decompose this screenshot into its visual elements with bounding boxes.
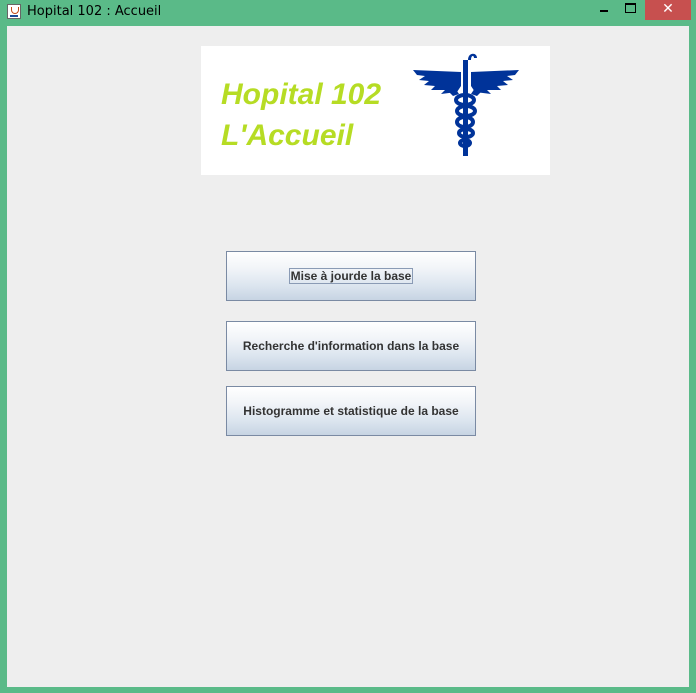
banner-subtitle: L'Accueil: [221, 119, 354, 152]
update-database-label: Mise à jourde la base: [288, 268, 414, 284]
app-window: Hopital 102 : Accueil ✕ Hopital 102 L'Ac…: [0, 0, 696, 693]
minimize-icon: [600, 10, 608, 12]
search-information-label: Recherche d'information dans la base: [242, 339, 460, 353]
caduceus-icon: [413, 53, 519, 156]
main-panel: Hopital 102 L'Accueil Mise à jourde la b…: [7, 26, 689, 687]
maximize-icon: [625, 3, 636, 13]
title-bar[interactable]: Hopital 102 : Accueil ✕: [0, 0, 696, 25]
banner-title: Hopital 102: [221, 78, 382, 111]
close-icon: ✕: [662, 1, 674, 17]
close-button[interactable]: ✕: [645, 0, 691, 20]
window-title: Hopital 102 : Accueil: [27, 4, 162, 19]
histogram-statistics-label: Histogramme et statistique de la base: [243, 404, 459, 418]
update-database-button[interactable]: Mise à jourde la base: [226, 251, 476, 301]
java-app-icon[interactable]: [7, 4, 21, 19]
hospital-banner: Hopital 102 L'Accueil: [201, 46, 550, 175]
maximize-button[interactable]: [617, 0, 643, 20]
histogram-statistics-button[interactable]: Histogramme et statistique de la base: [226, 386, 476, 436]
search-information-button[interactable]: Recherche d'information dans la base: [226, 321, 476, 371]
minimize-button[interactable]: [591, 0, 617, 20]
